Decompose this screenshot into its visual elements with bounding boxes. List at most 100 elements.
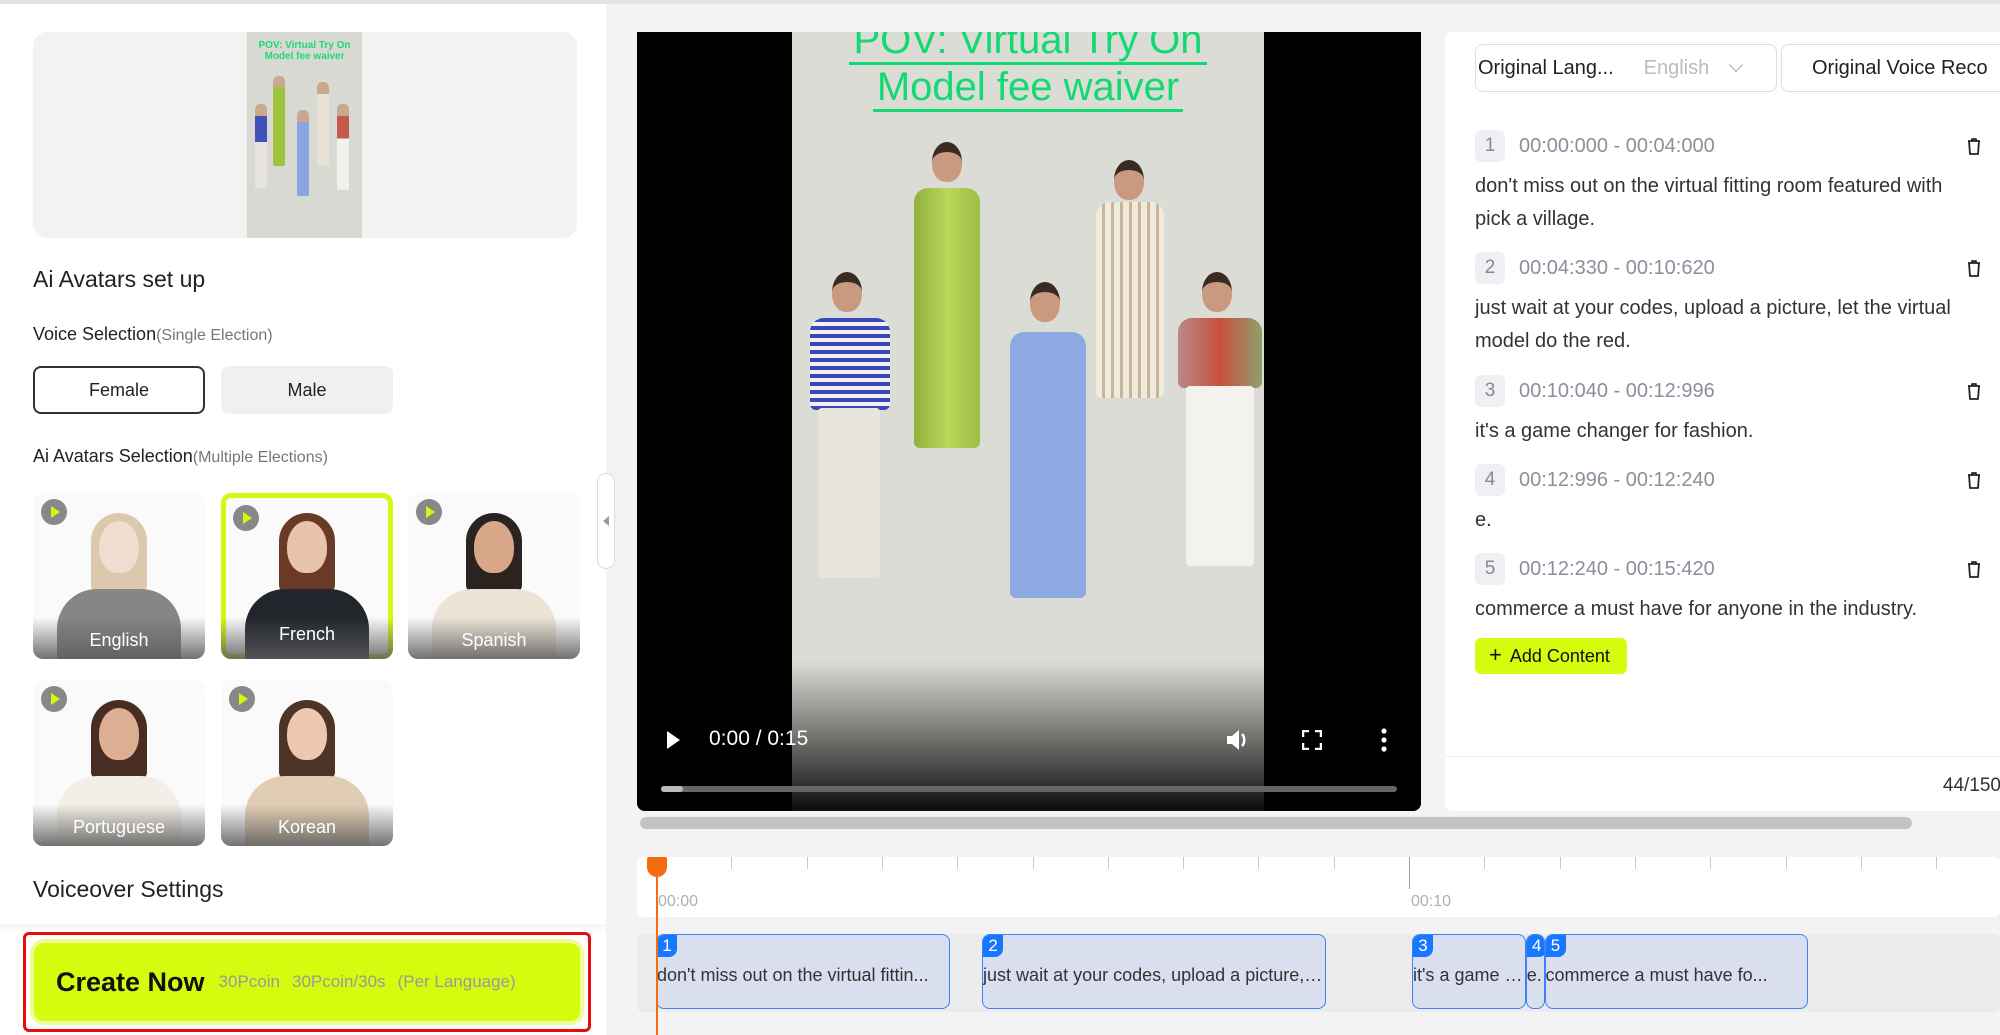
segment-time-range[interactable]: 00:10:040 - 00:12:996 <box>1519 380 1715 403</box>
footer-divider <box>0 924 606 932</box>
clip-index: 2 <box>983 935 1004 957</box>
play-preview-icon[interactable] <box>229 686 255 712</box>
more-options-icon[interactable] <box>1380 728 1388 752</box>
avatar-card-spanish[interactable]: Spanish <box>408 493 580 659</box>
segment-index: 1 <box>1475 130 1505 162</box>
clip-text: commerce a must have fo... <box>1545 965 1768 985</box>
avatar-name: French <box>278 624 336 644</box>
trash-icon[interactable] <box>1959 377 1989 407</box>
timeline-clip[interactable]: 4 e. <box>1525 934 1545 1009</box>
voice-selection-hint: (Single Election) <box>156 327 273 344</box>
trash-icon[interactable] <box>1959 254 1989 284</box>
play-preview-icon[interactable] <box>233 505 259 531</box>
subtitle-segment: 5 00:12:240 - 00:15:420 commerce a must ha… <box>1475 553 1980 626</box>
editor-footer: 44/150 <box>1445 756 2000 811</box>
play-preview-icon[interactable] <box>41 499 67 525</box>
voice-selection-text: Voice Selection <box>33 324 157 344</box>
timeline-clip[interactable]: 5 commerce a must have fo... <box>1544 934 1809 1009</box>
create-rate: 30Pcoin/30s <box>291 972 386 991</box>
clip-text: don't miss out on the virtual fittin... <box>657 965 929 985</box>
ruler-tick <box>1860 857 1862 869</box>
segment-time-range[interactable]: 00:00:000 - 00:04:000 <box>1519 135 1715 158</box>
play-icon[interactable] <box>667 731 680 749</box>
trash-icon[interactable] <box>1959 555 1989 585</box>
ruler-tick <box>1484 857 1486 869</box>
ruler-tick <box>1183 857 1185 869</box>
timeline-clip[interactable]: 1 don't miss out on the virtual fittin... <box>656 934 950 1009</box>
original-language-value: English <box>1643 56 1710 79</box>
horizontal-scrollbar[interactable] <box>640 817 1912 829</box>
volume-icon[interactable] <box>1225 728 1251 752</box>
avatar-card-french[interactable]: French <box>221 493 393 659</box>
timeline-playhead[interactable] <box>656 857 658 1035</box>
overlay-title-line2: Model fee waiver <box>872 65 1184 112</box>
segment-index: 5 <box>1475 553 1505 585</box>
subtitle-segment: 1 00:00:000 - 00:04:000 don't miss out on … <box>1475 130 1980 236</box>
avatar-name: Portuguese <box>72 817 166 837</box>
ruler-tick <box>1559 857 1561 869</box>
voice-female-button[interactable]: Female <box>33 366 205 414</box>
clip-index: 1 <box>657 935 677 957</box>
ruler-tick <box>731 857 733 869</box>
avatar-card-english[interactable]: English <box>33 493 205 659</box>
subtitle-editor-panel: Original Lang... English Original Voice … <box>1445 32 2000 811</box>
segment-time-range[interactable]: 00:12:996 - 00:12:240 <box>1519 469 1715 492</box>
play-preview-icon[interactable] <box>416 499 442 525</box>
collapse-panel-toggle[interactable] <box>597 473 615 569</box>
left-settings-panel: POV: Virtual Try On Model fee waiver Ai … <box>0 4 606 1035</box>
segment-text[interactable]: e. <box>1475 504 1975 537</box>
ruler-tick <box>1710 857 1712 869</box>
avatar-selection-label: Ai Avatars Selection(Multiple Elections) <box>33 446 328 467</box>
video-progress-bar[interactable] <box>661 786 1397 792</box>
fullscreen-icon[interactable] <box>1302 730 1322 750</box>
timeline-clip[interactable]: 3 it's a game cha... <box>1412 934 1526 1009</box>
thumbnail-model-5 <box>337 104 349 190</box>
ruler-label: 00:10 <box>1411 893 1452 910</box>
trash-icon[interactable] <box>1959 466 1989 496</box>
clip-index: 3 <box>1413 935 1433 957</box>
original-voice-select[interactable]: Original Voice Reco <box>1781 44 2000 92</box>
segment-text[interactable]: it's a game changer for fashion. <box>1475 415 1975 448</box>
avatar-selection-text: Ai Avatars Selection <box>33 446 193 466</box>
character-counter: 44/150 <box>1942 775 2000 796</box>
segment-header: 5 00:12:240 - 00:15:420 <box>1475 553 1980 585</box>
avatar-name: Korean <box>277 817 337 837</box>
create-cost: 30Pcoin <box>218 972 280 991</box>
segment-time-range[interactable]: 00:12:240 - 00:15:420 <box>1519 558 1715 581</box>
create-now-button[interactable]: Create Now 30Pcoin 30Pcoin/30s (Per Lang… <box>34 943 580 1021</box>
playhead-handle[interactable] <box>647 857 667 877</box>
thumbnail-model-4 <box>317 82 329 166</box>
add-content-button[interactable]: + Add Content <box>1475 638 1627 674</box>
ruler-tick <box>1409 857 1410 889</box>
avatar-name: Spanish <box>461 630 527 650</box>
ruler-tick <box>806 857 808 869</box>
avatar-card-korean[interactable]: Korean <box>221 680 393 846</box>
segment-text[interactable]: don't miss out on the virtual fitting ro… <box>1475 170 1975 236</box>
original-language-select[interactable]: Original Lang... English <box>1475 44 1777 92</box>
timeline-clip[interactable]: 2 just wait at your codes, upload a pictu… <box>982 934 1327 1009</box>
voice-male-button[interactable]: Male <box>221 366 393 414</box>
video-player[interactable]: POV: Virtual Try On Model fee waiver 0:0… <box>637 32 1421 811</box>
segment-index: 3 <box>1475 375 1505 407</box>
play-preview-icon[interactable] <box>41 686 67 712</box>
segment-text[interactable]: just wait at your codes, upload a pictur… <box>1475 292 1975 358</box>
ruler-tick <box>1107 857 1109 869</box>
subtitle-segment: 2 00:04:330 - 00:10:620 just wait at your … <box>1475 252 1980 358</box>
thumbnail-title: POV: Virtual Try On Model fee waiver <box>247 40 362 62</box>
timeline-ruler[interactable]: 00:00 00:10 <box>637 857 2000 917</box>
video-overlay-title: POV: Virtual Try On Model fee waiver <box>792 32 1264 112</box>
add-content-label: Add Content <box>1509 645 1610 666</box>
clip-text: it's a game cha... <box>1413 965 1525 985</box>
trash-icon[interactable] <box>1959 132 1989 162</box>
thumbnail-title-line2: Model fee waiver <box>264 51 345 62</box>
ruler-tick <box>1032 857 1034 869</box>
segment-index: 2 <box>1475 252 1505 284</box>
avatar-card-portuguese[interactable]: Portuguese <box>33 680 205 846</box>
video-controls: 0:00 / 0:15 <box>637 701 1421 811</box>
segment-text[interactable]: commerce a must have for anyone in the i… <box>1475 593 1975 626</box>
subtitle-segment: 3 00:10:040 - 00:12:996 it's a game change… <box>1475 375 1980 448</box>
video-preview-thumbnail[interactable]: POV: Virtual Try On Model fee waiver <box>33 32 577 238</box>
segment-time-range[interactable]: 00:04:330 - 00:10:620 <box>1519 257 1715 280</box>
plus-icon: + <box>1489 642 1502 667</box>
create-note: (Per Language) <box>397 972 516 991</box>
